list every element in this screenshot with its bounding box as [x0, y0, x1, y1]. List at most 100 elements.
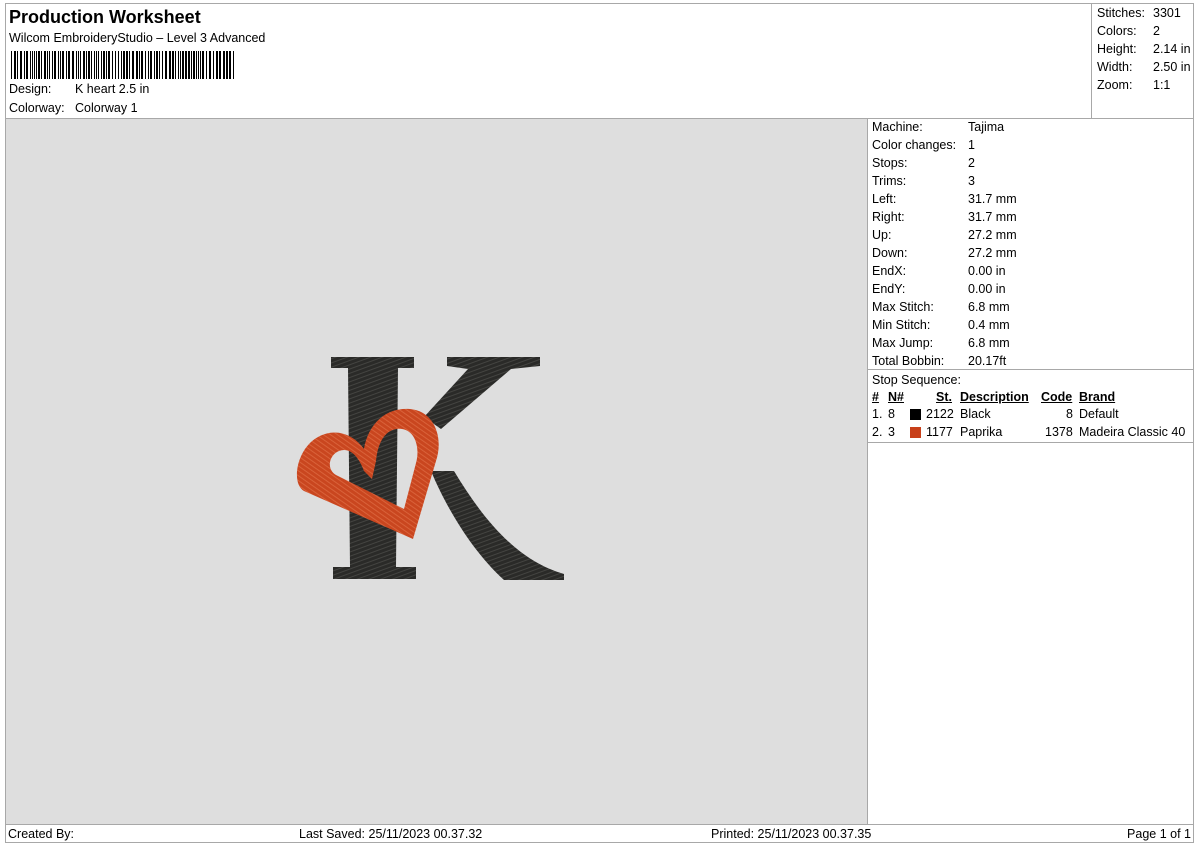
page-title: Production Worksheet [9, 7, 201, 27]
colorway-label: Colorway: [9, 101, 65, 115]
last-saved: Last Saved: 25/11/2023 00.37.32 [299, 827, 483, 841]
info-side-panel: Machine: Tajima Color changes: 1 Stops: 2 T… [867, 119, 1194, 824]
down-row: Down: 27.2 mm [872, 246, 1017, 260]
col-n-header: N# [888, 390, 904, 404]
row-brand: Default [1079, 407, 1119, 421]
stop-sequence-caption: Stop Sequence: [872, 373, 961, 387]
height-row: Height: 2.14 in [1097, 42, 1191, 56]
row-description: Black [960, 407, 991, 421]
max-stitch-value: 6.8 mm [968, 300, 1010, 314]
stops-row: Stops: 2 [872, 156, 975, 170]
left-label: Left: [872, 192, 897, 206]
min-stitch-label: Min Stitch: [872, 318, 931, 332]
width-value: 2.50 in [1153, 60, 1191, 74]
table-row: 2. 3 1177 Paprika 1378 Madeira Classic 4… [872, 425, 1192, 441]
trims-value: 3 [968, 174, 975, 188]
right-value: 31.7 mm [968, 210, 1017, 224]
col-brand-header: Brand [1079, 390, 1116, 404]
left-row: Left: 31.7 mm [872, 192, 1017, 206]
design-summary: Stitches: 3301 Colors: 2 Height: 2.14 in Wi… [1091, 3, 1194, 118]
row-needle: 8 [888, 407, 895, 421]
max-jump-label: Max Jump: [872, 336, 934, 350]
color-changes-label: Color changes: [872, 138, 957, 152]
total-bobbin-row: Total Bobbin: 20.17ft [872, 354, 1006, 368]
down-label: Down: [872, 246, 908, 260]
width-row: Width: 2.50 in [1097, 60, 1191, 74]
width-label: Width: [1097, 60, 1133, 74]
color-changes-row: Color changes: 1 [872, 138, 975, 152]
row-needle: 3 [888, 425, 895, 439]
colors-value: 2 [1153, 24, 1160, 38]
machine-info: Machine: Tajima Color changes: 1 Stops: 2 T… [868, 119, 1194, 370]
barcode [11, 51, 234, 79]
colorway-value: Colorway 1 [75, 101, 138, 115]
k-leg [431, 471, 564, 580]
max-stitch-row: Max Stitch: 6.8 mm [872, 300, 1010, 314]
table-row: 1. 8 2122 Black 8 Default [872, 407, 1192, 423]
height-label: Height: [1097, 42, 1137, 56]
machine-value: Tajima [968, 120, 1005, 134]
trims-row: Trims: 3 [872, 174, 975, 188]
stop-table-header: # N# St. Description Code Brand [872, 390, 1192, 406]
colorway-row: Colorway: Colorway 1 [9, 101, 138, 115]
printed-date: Printed: 25/11/2023 00.37.35 [711, 827, 872, 841]
color-swatch-black [910, 409, 921, 420]
endy-value: 0.00 in [968, 282, 1006, 296]
machine-label: Machine: [872, 120, 923, 134]
row-code: 8 [1066, 407, 1073, 421]
zoom-row: Zoom: 1:1 [1097, 78, 1170, 92]
min-stitch-row: Min Stitch: 0.4 mm [872, 318, 1010, 332]
k-top-serif [331, 357, 414, 368]
height-value: 2.14 in [1153, 42, 1191, 56]
up-label: Up: [872, 228, 892, 242]
col-code-header: Code [1041, 390, 1073, 404]
row-stitches: 1177 [926, 425, 953, 439]
stitches-row: Stitches: 3301 [1097, 6, 1181, 20]
software-subtitle: Wilcom EmbroideryStudio – Level 3 Advanc… [9, 31, 266, 45]
right-row: Right: 31.7 mm [872, 210, 1017, 224]
stops-label: Stops: [872, 156, 908, 170]
endx-value: 0.00 in [968, 264, 1006, 278]
design-row: Design: K heart 2.5 in [9, 82, 149, 96]
max-stitch-label: Max Stitch: [872, 300, 934, 314]
col-st-header: St. [936, 390, 952, 404]
zoom-label: Zoom: [1097, 78, 1133, 92]
row-brand: Madeira Classic 40 [1079, 425, 1186, 439]
total-bobbin-value: 20.17ft [968, 354, 1007, 368]
row-stitches: 2122 [926, 407, 954, 421]
endx-row: EndX: 0.00 in [872, 264, 1006, 278]
k-bottom-serif [333, 567, 416, 579]
row-code: 1378 [1045, 425, 1073, 439]
design-preview-canvas [6, 119, 867, 824]
up-value: 27.2 mm [968, 228, 1017, 242]
col-num-header: # [872, 390, 879, 404]
up-row: Up: 27.2 mm [872, 228, 1017, 242]
stop-sequence: Stop Sequence: # N# St. Description Code… [868, 370, 1194, 443]
created-by: Created By: [8, 827, 75, 841]
max-jump-value: 6.8 mm [968, 336, 1010, 350]
worksheet-header: Production Worksheet Wilcom EmbroiderySt… [5, 3, 1194, 119]
color-changes-value: 1 [968, 138, 975, 152]
row-num: 1. [872, 407, 883, 421]
col-description-header: Description [960, 390, 1029, 404]
left-value: 31.7 mm [968, 192, 1017, 206]
endx-label: EndX: [872, 264, 907, 278]
machine-row: Machine: Tajima [872, 120, 1004, 134]
max-jump-row: Max Jump: 6.8 mm [872, 336, 1010, 350]
k-upper-arm [424, 357, 540, 429]
design-label: Design: [9, 82, 52, 96]
colors-row: Colors: 2 [1097, 24, 1160, 38]
trims-label: Trims: [872, 174, 907, 188]
zoom-value: 1:1 [1153, 78, 1171, 92]
design-value: K heart 2.5 in [75, 82, 150, 96]
row-num: 2. [872, 425, 883, 439]
colors-label: Colors: [1097, 24, 1137, 38]
worksheet-footer: Created By: Last Saved: 25/11/2023 00.37… [5, 824, 1194, 843]
embroidery-design [296, 357, 564, 580]
endy-label: EndY: [872, 282, 906, 296]
stitches-label: Stitches: [1097, 6, 1145, 20]
color-swatch-paprika [910, 427, 921, 438]
row-description: Paprika [960, 425, 1003, 439]
stitches-value: 3301 [1153, 6, 1181, 20]
right-label: Right: [872, 210, 905, 224]
